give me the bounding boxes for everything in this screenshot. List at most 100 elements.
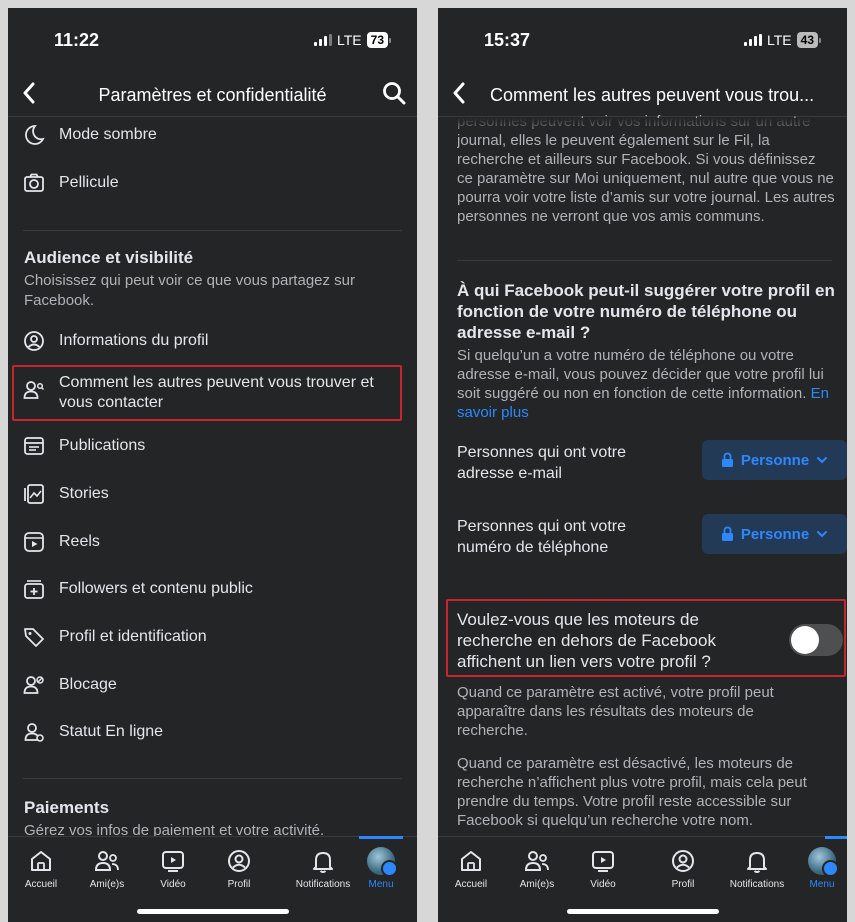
back-button[interactable] <box>452 82 466 110</box>
chevron-left-icon <box>453 82 465 104</box>
search-button[interactable] <box>381 80 407 111</box>
tab-video[interactable]: Vidéo <box>140 847 206 890</box>
menu-item-reels[interactable]: Reels <box>23 531 402 553</box>
bell-icon <box>290 847 356 875</box>
menu-avatar-icon <box>367 847 398 877</box>
right-screen: 15:37 LTE 43 Comment les autres peuvent … <box>438 8 847 922</box>
menu-item-label: Profil et identification <box>59 628 207 645</box>
email-audience-dropdown[interactable]: Personne <box>702 440 847 480</box>
tab-video[interactable]: Vidéo <box>570 847 636 890</box>
dropdown-value: Personne <box>740 525 810 543</box>
status-bar: 15:37 LTE 43 <box>438 8 847 64</box>
tab-label: Menu <box>368 879 394 890</box>
tab-label: Vidéo <box>590 879 616 890</box>
tab-friends[interactable]: Ami(e)s <box>504 847 570 890</box>
tab-friends[interactable]: Ami(e)s <box>74 847 140 890</box>
tab-label: Profil <box>671 879 695 890</box>
tab-bar: Accueil Ami(e)s Vidéo Profil Notificatio… <box>8 836 417 922</box>
find-people-icon <box>23 379 45 401</box>
page-title: Comment les autres peuvent vous trou... <box>490 85 815 105</box>
suggest-description: Si quelqu’un a votre numéro de téléphone… <box>457 346 835 422</box>
search-engine-toggle[interactable] <box>789 624 843 656</box>
tab-label: Vidéo <box>160 879 186 890</box>
followers-icon <box>23 578 45 600</box>
page-title: Paramètres et confidentialité <box>98 85 327 105</box>
tab-bar: Accueil Ami(e)s Vidéo Profil Notificatio… <box>438 836 847 922</box>
menu-item-followers[interactable]: Followers et contenu public <box>23 578 402 600</box>
profile-icon <box>206 847 272 875</box>
posts-icon <box>23 435 45 457</box>
menu-item-camera-roll[interactable]: Pellicule <box>23 172 402 194</box>
tab-label: Profil <box>227 879 251 890</box>
home-icon <box>438 847 504 875</box>
tab-profile[interactable]: Profil <box>650 847 716 890</box>
home-indicator <box>566 909 719 914</box>
menu-item-label: Informations du profil <box>59 332 209 349</box>
battery-icon: 43 <box>796 32 818 48</box>
signal-bars-icon <box>314 34 332 46</box>
section-title-audience: Audience et visibilité <box>24 248 194 267</box>
lock-icon <box>721 452 733 467</box>
menu-item-stories[interactable]: Stories <box>23 483 402 505</box>
network-label: LTE <box>337 32 362 48</box>
tab-label: Menu <box>809 879 835 890</box>
tab-notifications[interactable]: Notifications <box>724 847 790 890</box>
tab-label: Ami(e)s <box>519 879 555 890</box>
status-time: 15:37 <box>484 30 531 50</box>
home-icon <box>8 847 74 875</box>
menu-avatar-icon <box>808 847 839 877</box>
menu-item-blocking[interactable]: Blocage <box>23 674 402 696</box>
suggest-description-text: Si quelqu’un a votre numéro de téléphone… <box>457 347 824 402</box>
menu-item-label: Publications <box>59 437 146 454</box>
suggest-section-title: À qui Facebook peut-il suggérer votre pr… <box>457 281 835 342</box>
online-status-icon <box>23 721 45 743</box>
signal-bars-icon <box>744 34 762 46</box>
profile-icon <box>23 330 45 352</box>
menu-item-profile-tagging[interactable]: Profil et identification <box>23 626 402 648</box>
active-tab-indicator <box>359 836 403 839</box>
profile-icon <box>650 847 716 875</box>
menu-item-dark-mode[interactable]: Mode sombre <box>23 124 402 146</box>
header: Paramètres et confidentialité <box>8 74 417 118</box>
menu-item-label: Blocage <box>59 676 117 693</box>
phone-option-label: Personnes qui ont votre numéro de téléph… <box>457 518 626 556</box>
toggle-off-description: Quand ce paramètre est désactivé, les mo… <box>457 755 807 829</box>
search-engine-question: Voulez-vous que les moteurs de recherche… <box>457 610 716 671</box>
block-icon <box>23 674 45 696</box>
phone-audience-dropdown[interactable]: Personne <box>702 514 847 554</box>
video-icon <box>570 847 636 875</box>
tab-profile[interactable]: Profil <box>206 847 272 890</box>
camera-icon <box>23 172 45 194</box>
friends-icon <box>74 847 140 875</box>
dropdown-value: Personne <box>740 451 810 469</box>
tab-home[interactable]: Accueil <box>438 847 504 890</box>
menu-item-label: Comment les autres peuvent vous trouver … <box>59 374 374 411</box>
network-label: LTE <box>767 32 792 48</box>
stories-icon <box>23 483 45 505</box>
tab-notifications[interactable]: Notifications <box>290 847 356 890</box>
menu-item-online-status[interactable]: Statut En ligne <box>23 721 402 743</box>
menu-item-label: Followers et contenu public <box>59 580 253 597</box>
chevron-down-icon <box>817 531 828 538</box>
menu-item-how-people-find-you[interactable]: Comment les autres peuvent vous trouver … <box>23 373 397 413</box>
menu-item-label: Stories <box>59 485 109 502</box>
search-icon <box>383 82 406 105</box>
menu-item-label: Pellicule <box>59 174 119 191</box>
tab-menu[interactable]: Menu <box>348 847 414 890</box>
left-screen: 11:22 LTE 73 Paramètres et confidentiali… <box>8 8 417 922</box>
section-subtitle-audience: Choisissez qui peut voir ce que vous par… <box>24 272 356 309</box>
reels-icon <box>23 531 45 553</box>
tab-menu[interactable]: Menu <box>798 847 846 890</box>
tab-home[interactable]: Accueil <box>8 847 74 890</box>
tab-label: Ami(e)s <box>89 879 125 890</box>
tab-label: Notifications <box>729 879 785 890</box>
tab-label: Accueil <box>24 879 58 890</box>
menu-item-label: Mode sombre <box>59 126 157 143</box>
tab-label: Accueil <box>454 879 488 890</box>
battery-icon: 73 <box>366 32 388 48</box>
menu-item-posts[interactable]: Publications <box>23 435 402 457</box>
signal-indicator: LTE 43 <box>744 32 821 48</box>
menu-item-profile-info[interactable]: Informations du profil <box>23 330 402 352</box>
toggle-on-description: Quand ce paramètre est activé, votre pro… <box>457 684 774 739</box>
bell-icon <box>724 847 790 875</box>
